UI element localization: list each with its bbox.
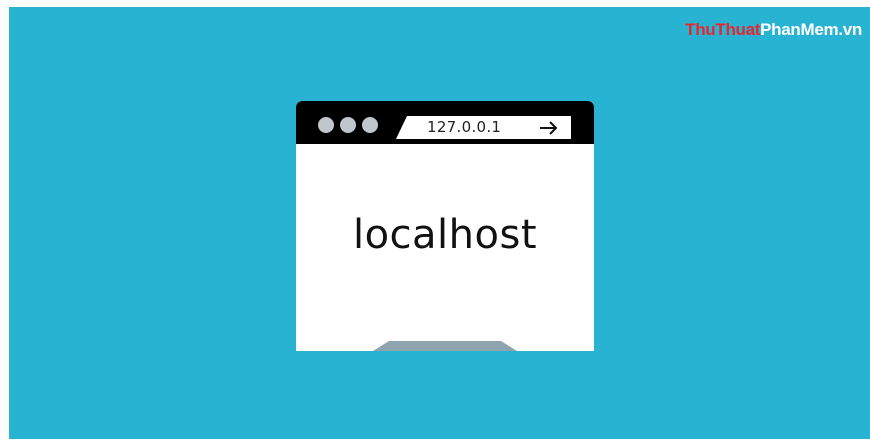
monitor-stand: [373, 341, 517, 351]
page-heading: localhost: [352, 212, 538, 258]
address-bar[interactable]: 127.0.0.1: [396, 116, 571, 139]
window-dot-1: [318, 117, 334, 133]
watermark-logo: ThuThuatPhanMem.vn: [685, 20, 862, 40]
browser-titlebar: 127.0.0.1: [296, 101, 594, 144]
watermark-part-2: PhanMem.vn: [760, 20, 862, 39]
watermark-part-1: ThuThuat: [685, 20, 761, 39]
right-arrow-icon[interactable]: [539, 120, 559, 136]
address-url: 127.0.0.1: [427, 118, 502, 136]
window-dot-3: [362, 117, 378, 133]
illustration-canvas: ThuThuatPhanMem.vn 127.0.0.1 localhost: [9, 7, 870, 439]
window-dot-2: [340, 117, 356, 133]
browser-window: 127.0.0.1 localhost: [296, 101, 594, 351]
